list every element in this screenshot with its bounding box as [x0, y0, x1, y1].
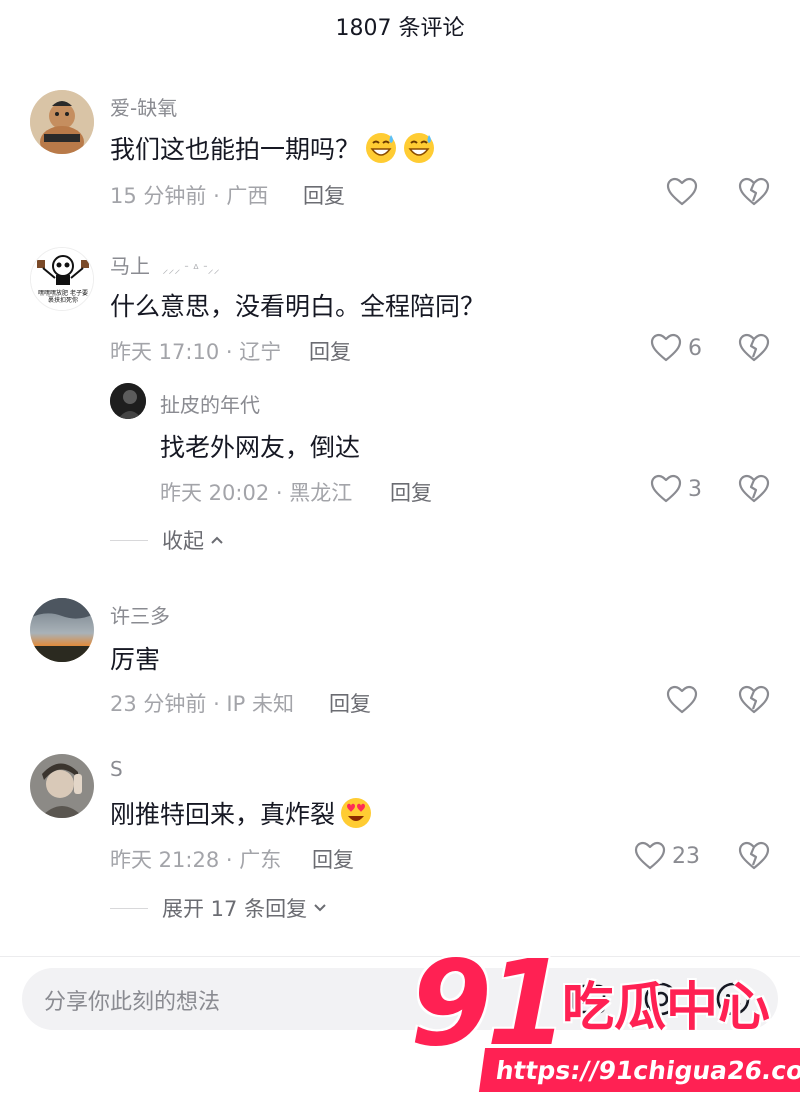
broken-heart-icon [738, 177, 770, 206]
comment-time-location: 昨天 17:10 · 辽宁 [110, 340, 282, 364]
like-count: 3 [688, 476, 702, 502]
dislike-button[interactable] [738, 333, 770, 367]
like-button[interactable] [666, 685, 698, 715]
dislike-button[interactable] [738, 685, 770, 719]
watermark: 91 吃瓜中心 https://91chigua26.com [410, 940, 800, 1104]
comment-input-placeholder: 分享你此刻的想法 [44, 990, 221, 1015]
like-button[interactable]: 3 [650, 474, 702, 504]
like-count: 23 [672, 843, 700, 869]
watermark-url: https://91chigua26.com [478, 1048, 800, 1092]
heart-eyes-emoji [341, 798, 372, 828]
comment-time-location: 23 分钟前 · IP 未知 [110, 692, 294, 716]
heart-outline-icon [634, 841, 666, 870]
comment-text-content: 厉害 [110, 645, 161, 674]
expand-replies-button[interactable]: 展开 17 条回复 [110, 893, 329, 923]
reply-button[interactable]: 回复 [312, 844, 354, 874]
avatar[interactable]: 嘿嘿嘿放肥 老子要裹挟扣死你 [30, 247, 94, 311]
reply-button[interactable]: 回复 [309, 336, 351, 366]
comment-text: 我们这也能拍一期吗？ [110, 130, 436, 166]
reply-button[interactable]: 回复 [329, 688, 371, 718]
comment-text-content: 我们这也能拍一期吗？ [110, 135, 361, 164]
reply-button[interactable]: 回复 [303, 180, 345, 210]
collapse-label: 收起 [162, 529, 204, 553]
reply-username[interactable]: 扯皮的年代 [160, 389, 260, 418]
like-count: 6 [688, 335, 702, 361]
like-button[interactable] [666, 177, 698, 207]
heart-outline-icon [650, 333, 682, 362]
chevron-up-icon [211, 536, 223, 544]
comment-username-text: 马上 [110, 254, 150, 278]
comment-username[interactable]: 爱-缺氧 [110, 92, 177, 121]
heart-outline-icon [650, 474, 682, 503]
broken-heart-icon [738, 474, 770, 503]
dislike-button[interactable] [738, 474, 770, 508]
broken-heart-icon [738, 841, 770, 870]
heart-outline-icon [666, 177, 698, 206]
dislike-button[interactable] [738, 177, 770, 211]
comment-username[interactable]: 许三多 [110, 600, 170, 629]
expand-label: 展开 17 条回复 [162, 897, 308, 921]
avatar-caption: 嘿嘿嘿放肥 老子要裹挟扣死你 [38, 290, 88, 304]
chevron-down-icon [314, 904, 326, 912]
avatar[interactable] [110, 383, 146, 419]
username-decoration: ⸝⸝⸝ ᐨ ᐞ ᐨ⸝⸝ [162, 262, 220, 276]
comment-text: 刚推特回来，真炸裂 [110, 795, 373, 831]
avatar[interactable] [30, 598, 94, 662]
broken-heart-icon [738, 333, 770, 362]
comment-username[interactable]: 马上 ⸝⸝⸝ ᐨ ᐞ ᐨ⸝⸝ [110, 250, 220, 279]
watermark-brand: 吃瓜中心 [562, 978, 771, 1038]
divider-line [110, 907, 148, 909]
comment-time-location: 昨天 21:28 · 广东 [110, 848, 282, 872]
reply-text: 找老外网友，倒达 [160, 428, 360, 464]
comment-text: 什么意思，没看明白。全程陪同？ [110, 287, 485, 323]
comments-header: 1807 条评论 [0, 0, 800, 52]
avatar[interactable] [30, 90, 94, 154]
comment-count-title: 1807 条评论 [335, 16, 465, 41]
comment-time-location: 15 分钟前 · 广西 [110, 184, 269, 208]
collapse-replies-button[interactable]: 收起 [110, 525, 226, 555]
divider-line [110, 539, 148, 541]
heart-outline-icon [666, 685, 698, 714]
reply-button[interactable]: 回复 [390, 477, 432, 507]
like-button[interactable]: 23 [634, 841, 700, 871]
dislike-button[interactable] [738, 841, 770, 875]
grinning-sweat-emoji [366, 133, 397, 163]
comment-text-content: 什么意思，没看明白。全程陪同？ [110, 292, 486, 321]
grinning-sweat-emoji [404, 133, 435, 163]
like-button[interactable]: 6 [650, 333, 702, 363]
comment-text-content: 刚推特回来，真炸裂 [110, 800, 336, 829]
comment-text: 厉害 [110, 640, 160, 676]
reply-time-location: 昨天 20:02 · 黑龙江 [160, 481, 353, 505]
avatar[interactable] [30, 754, 94, 818]
reply-text-content: 找老外网友，倒达 [160, 433, 361, 462]
comment-username[interactable]: S [110, 757, 123, 781]
broken-heart-icon [738, 685, 770, 714]
watermark-number: 91 [410, 934, 568, 1072]
